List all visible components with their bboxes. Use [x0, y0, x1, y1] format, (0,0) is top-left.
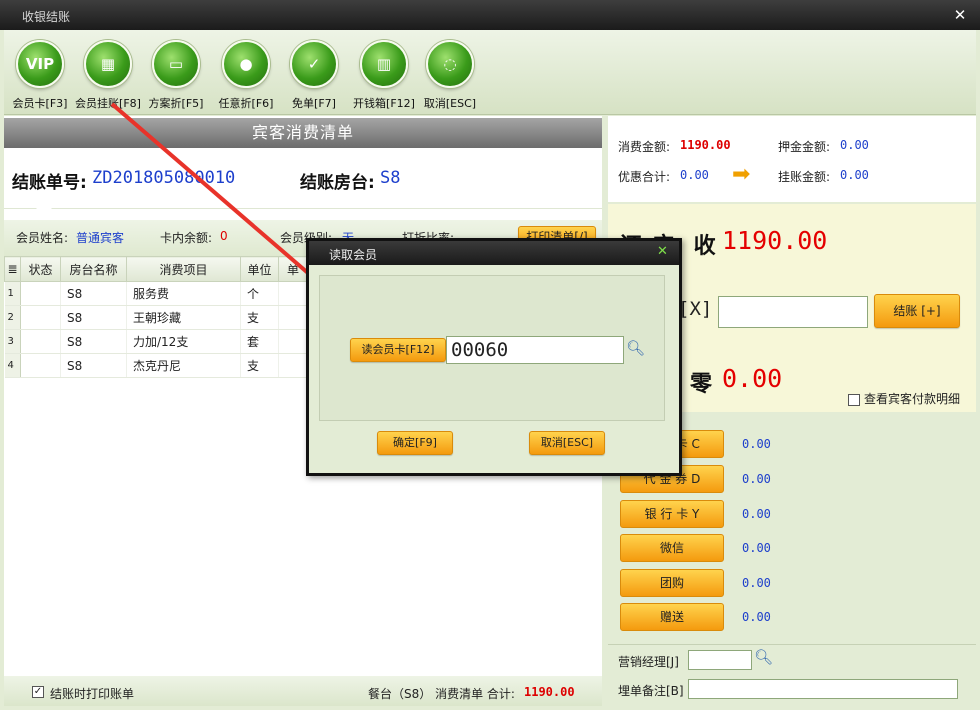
dialog-title: 读取会员 — [329, 248, 378, 262]
dialog-body: 读会员卡[F12] 00060 🔍︎ — [319, 275, 665, 421]
read-card-button[interactable]: 读会员卡[F12] — [350, 338, 446, 362]
read-member-dialog: 读取会员 ✕ 读会员卡[F12] 00060 🔍︎ 确定[F9] 取消[ESC] — [306, 238, 682, 476]
dialog-cancel-button[interactable]: 取消[ESC] — [529, 431, 605, 455]
checkout-window: 收银结账 ✕ VIP 会员卡[F3] ▦ 会员挂账[F8] ▭ 方案折[F5] … — [0, 0, 980, 710]
card-number-input[interactable]: 00060 — [446, 336, 624, 364]
dialog-close-icon[interactable]: ✕ — [657, 244, 668, 259]
card-search-icon[interactable]: 🔍︎ — [626, 339, 645, 357]
dialog-ok-button[interactable]: 确定[F9] — [377, 431, 453, 455]
dialog-title-bar: 读取会员 ✕ — [309, 241, 679, 265]
